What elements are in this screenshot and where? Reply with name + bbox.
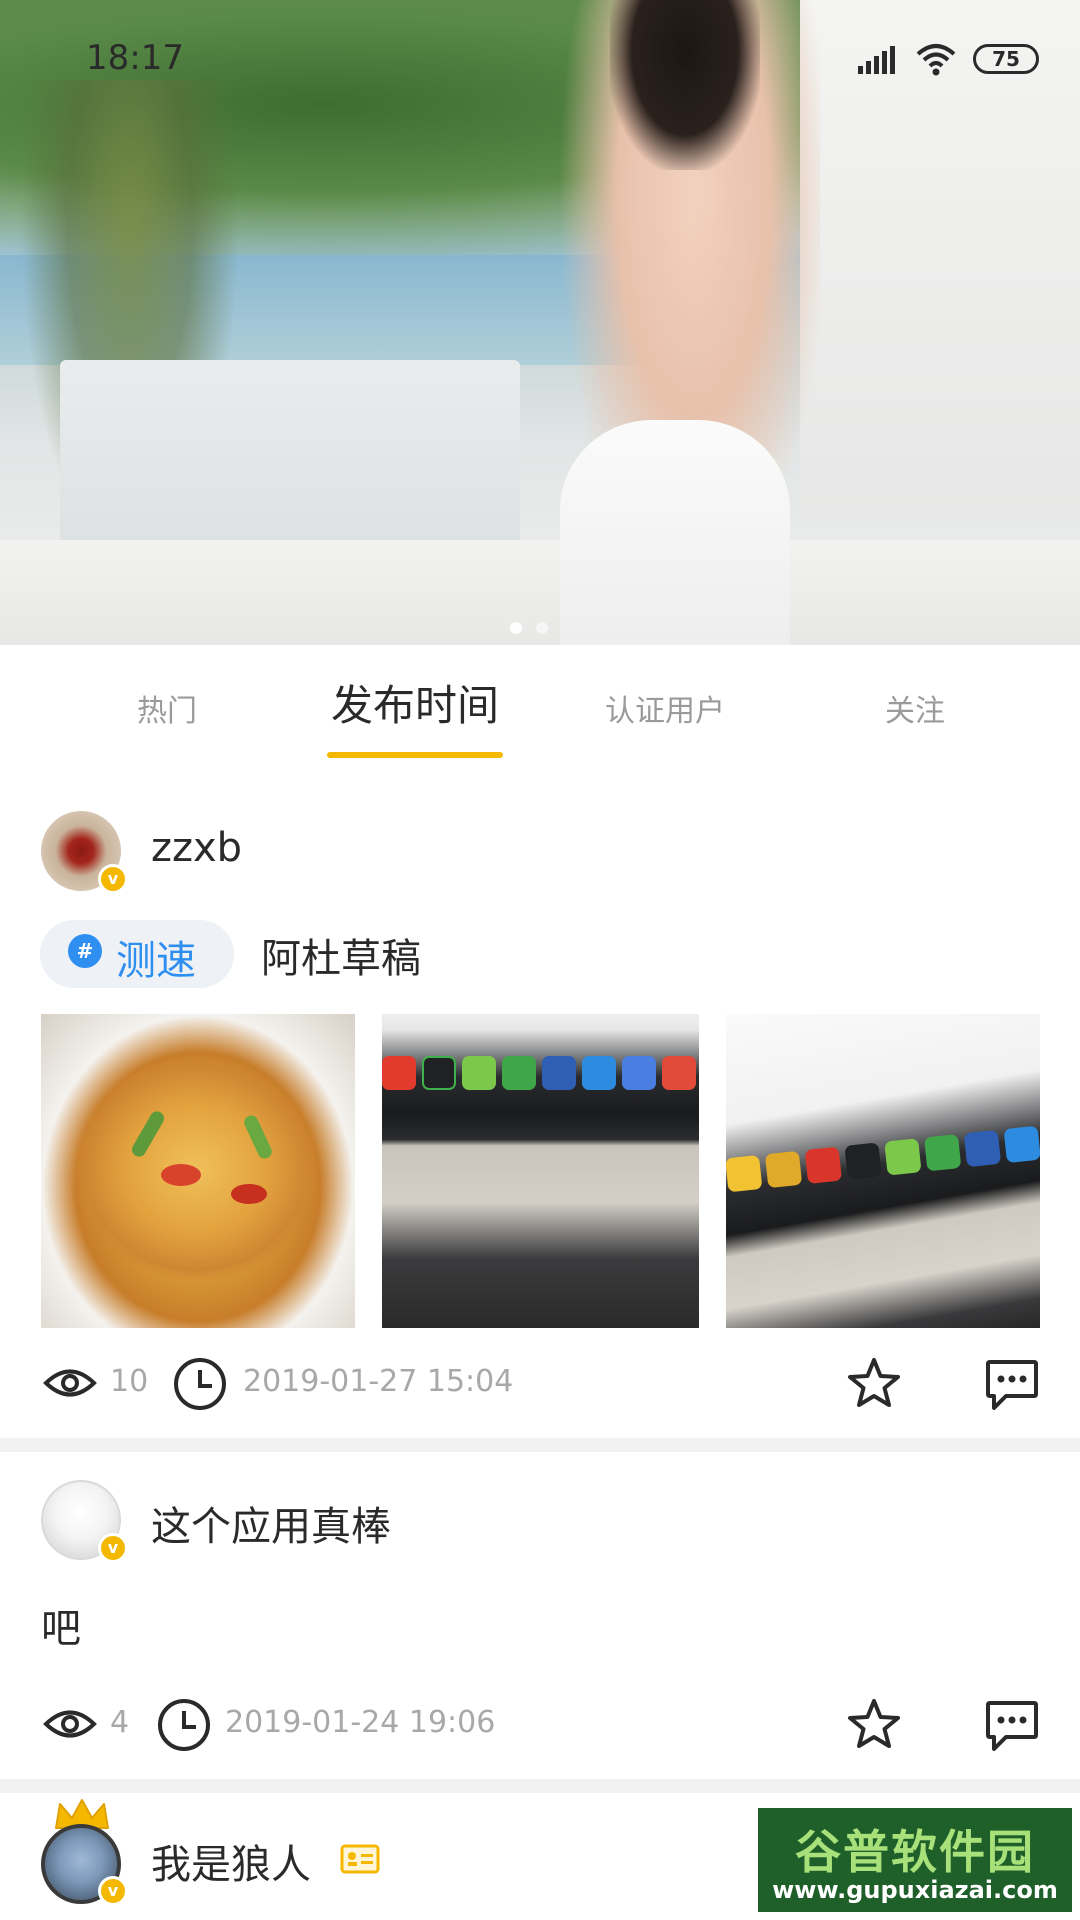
verified-badge-icon: v [98, 1533, 128, 1563]
post-datetime: 2019-01-27 15:04 [243, 1364, 514, 1399]
wifi-icon [916, 44, 956, 76]
status-bar: 18:17 75 [0, 30, 1080, 90]
post-image[interactable] [41, 1014, 355, 1328]
eye-icon [43, 1710, 97, 1738]
tab-verified-users[interactable]: 认证用户 [600, 686, 730, 730]
clock-icon [158, 1699, 210, 1751]
post-image[interactable] [726, 1014, 1040, 1328]
tab-hot[interactable]: 热门 [132, 686, 202, 730]
hashtag-icon: # [68, 934, 102, 968]
topic-label: 测速 [116, 938, 196, 984]
banner-dot-1[interactable] [510, 622, 522, 634]
post-divider [0, 1438, 1080, 1452]
banner-dot-2[interactable] [536, 622, 548, 634]
tab-following[interactable]: 关注 [882, 686, 948, 730]
post-image[interactable] [382, 1014, 699, 1328]
tab-publish-time[interactable]: 发布时间 [327, 672, 503, 733]
post-divider [0, 1779, 1080, 1793]
clock-icon [174, 1358, 226, 1410]
status-time: 18:17 [86, 38, 184, 78]
view-count: 10 [110, 1364, 149, 1399]
verified-badge-icon: v [98, 1876, 128, 1906]
star-icon[interactable] [846, 1356, 902, 1412]
hero-banner[interactable] [0, 0, 1080, 645]
post-text: 阿杜草稿 [261, 936, 421, 982]
verified-badge-icon: v [98, 864, 128, 894]
star-icon[interactable] [846, 1697, 902, 1753]
active-tab-indicator [327, 752, 503, 758]
view-count: 4 [110, 1705, 130, 1740]
post-text: 吧 [41, 1606, 81, 1652]
id-card-icon [340, 1844, 380, 1874]
post-datetime: 2019-01-24 19:06 [225, 1705, 496, 1740]
post-username[interactable]: zzxb [151, 825, 242, 871]
eye-icon [43, 1369, 97, 1397]
watermark-title: 谷普软件园 [795, 1825, 1035, 1879]
battery-icon: 75 [973, 44, 1039, 74]
signal-icon [858, 46, 895, 74]
post-username[interactable]: 这个应用真棒 [151, 1494, 391, 1552]
topic-tag[interactable]: # 测速 [40, 920, 234, 988]
feed-tabs: 热门 发布时间 认证用户 关注 [0, 660, 1080, 760]
banner-pagination[interactable] [510, 622, 548, 634]
comment-icon[interactable] [984, 1358, 1040, 1412]
comment-icon[interactable] [984, 1699, 1040, 1753]
watermark-logo: 谷普软件园 www.gupuxiazai.com [755, 1805, 1075, 1915]
watermark-url: www.gupuxiazai.com [772, 1876, 1058, 1904]
post-username[interactable]: 我是狼人 [151, 1832, 311, 1890]
